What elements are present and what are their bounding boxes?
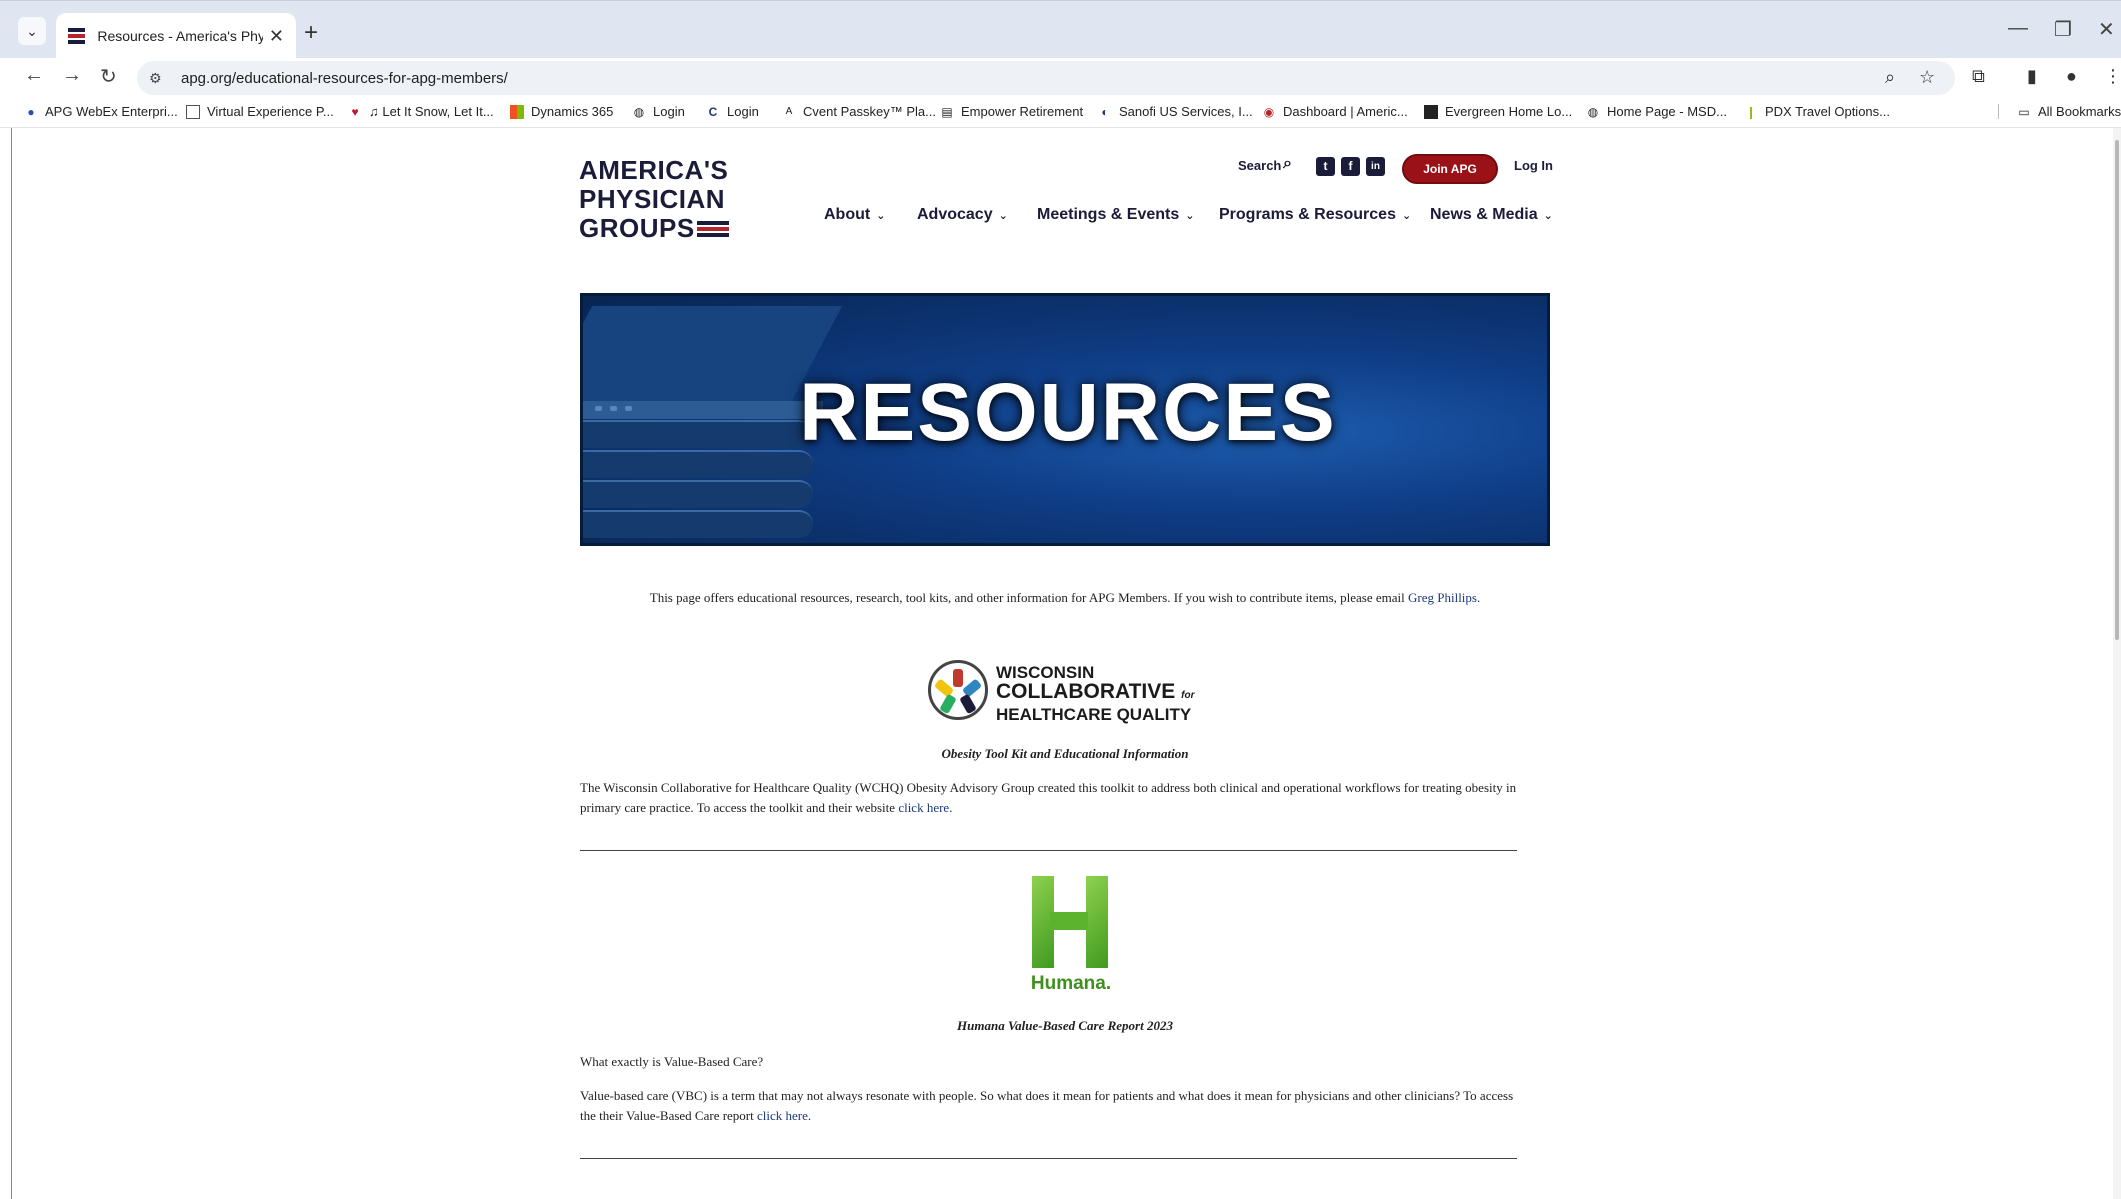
hero-title: RESOURCES bbox=[799, 367, 1337, 458]
log-in-link[interactable]: Log In bbox=[1514, 158, 1553, 173]
bookmark-item[interactable]: ◉ Dashboard | Americ... bbox=[1262, 104, 1408, 119]
chevron-down-icon: ⌄ bbox=[1543, 210, 1553, 222]
chevron-down-icon: ⌄ bbox=[1401, 210, 1412, 222]
new-tab-button[interactable]: + bbox=[304, 19, 318, 47]
minimize-icon[interactable]: — bbox=[2008, 17, 2028, 40]
reload-icon[interactable]: ↻ bbox=[100, 64, 117, 89]
wchq-click-here-link[interactable]: click here bbox=[898, 800, 949, 815]
sanofi-icon: ◐ bbox=[1101, 104, 1109, 119]
folder-icon: ▭ bbox=[2018, 104, 2030, 119]
webex-icon: ● bbox=[27, 104, 35, 119]
section-divider bbox=[580, 1158, 1517, 1159]
bookmark-item[interactable]: ❙ PDX Travel Options... bbox=[1744, 104, 1890, 119]
chevron-down-icon: ⌄ bbox=[876, 210, 886, 222]
bookmarks-bar: ● APG WebEx Enterpri... Virtual Experienc… bbox=[0, 98, 2121, 128]
nav-meetings-events[interactable]: Meetings & Events ⌄ bbox=[1037, 206, 1194, 224]
site-info-icon[interactable]: ⚙ bbox=[149, 70, 171, 87]
humana-description: Value-based care (VBC) is a term that ma… bbox=[580, 1088, 1514, 1123]
close-window-icon[interactable]: ✕ bbox=[2098, 17, 2115, 42]
humana-logo[interactable]: Humana. bbox=[1028, 876, 1114, 996]
wchq-people-icon bbox=[928, 660, 988, 720]
bookmark-item[interactable]: Dynamics 365 bbox=[510, 104, 613, 119]
nav-programs-resources[interactable]: Programs & Resources ⌄ bbox=[1219, 206, 1411, 224]
apg-logo[interactable]: AMERICA'S PHYSICIAN GROUPS bbox=[579, 156, 729, 243]
all-bookmarks-button[interactable]: ▭ All Bookmarks bbox=[1998, 104, 2121, 119]
evergreen-icon bbox=[1424, 104, 1438, 119]
wchq-logo[interactable]: WISCONSIN COLLABORATIVE for HEALTHCARE Q… bbox=[928, 660, 1208, 724]
profile-icon[interactable]: ● bbox=[2066, 66, 2077, 87]
empower-icon: ▤ bbox=[941, 104, 953, 119]
humana-question: What exactly is Value-Based Care? bbox=[580, 1054, 764, 1069]
chevron-down-icon: ⌄ bbox=[1185, 210, 1195, 222]
nav-about[interactable]: About ⌄ bbox=[824, 206, 885, 224]
active-tab[interactable]: Resources - America's Physician ✕ bbox=[56, 13, 296, 59]
tab-search-button[interactable]: ⌄ bbox=[18, 17, 46, 45]
browser-menu-icon[interactable]: ⋮ bbox=[2104, 66, 2121, 87]
wchq-description: The Wisconsin Collaborative for Healthca… bbox=[580, 780, 1517, 815]
bookmark-item[interactable]: ▤ Empower Retirement bbox=[940, 104, 1083, 119]
linkedin-icon[interactable]: in bbox=[1366, 157, 1385, 176]
humana-h-icon bbox=[1030, 876, 1108, 968]
apg-favicon-icon bbox=[68, 28, 86, 44]
pdx-icon: ❙ bbox=[1745, 104, 1757, 119]
bookmark-star-icon[interactable]: ☆ bbox=[1919, 67, 1935, 88]
bookmark-item[interactable]: ♥ ♫ Let It Snow, Let It... bbox=[348, 104, 493, 119]
search-icon[interactable]: ⌕ bbox=[1283, 155, 1292, 173]
forward-arrow-icon[interactable]: → bbox=[62, 64, 82, 87]
microsoft-icon bbox=[510, 104, 524, 119]
zoom-icon[interactable]: ⌕ bbox=[1885, 67, 1895, 88]
page-icon bbox=[186, 104, 200, 119]
nav-news-media[interactable]: News & Media ⌄ bbox=[1430, 206, 1553, 224]
browser-chrome: ⌄ Resources - America's Physician ✕ + — … bbox=[0, 0, 2121, 128]
side-panel-icon[interactable]: ▮ bbox=[2027, 66, 2037, 87]
globe-icon: ◍ bbox=[1587, 104, 1599, 119]
window-edge bbox=[11, 128, 12, 1199]
bookmark-item[interactable]: A Cvent Passkey™ Pla... bbox=[782, 104, 936, 119]
search-link[interactable]: Search bbox=[1238, 158, 1281, 173]
bookmark-item[interactable]: Evergreen Home Lo... bbox=[1424, 104, 1572, 119]
greg-phillips-email-link[interactable]: Greg Phillips bbox=[1408, 590, 1477, 605]
dashboard-icon: ◉ bbox=[1263, 104, 1275, 119]
bookmark-item[interactable]: Virtual Experience P... bbox=[186, 104, 334, 119]
facebook-icon[interactable]: f bbox=[1341, 157, 1360, 176]
restore-icon[interactable]: ❐ bbox=[2054, 17, 2072, 42]
bookmark-item[interactable]: ● APG WebEx Enterpri... bbox=[24, 104, 177, 119]
join-apg-button[interactable]: Join APG bbox=[1402, 154, 1498, 184]
resources-hero-banner: RESOURCES bbox=[580, 293, 1550, 546]
section-divider bbox=[580, 850, 1517, 851]
bookmark-item[interactable]: ◐ Sanofi US Services, I... bbox=[1098, 104, 1252, 119]
chevron-down-icon: ⌄ bbox=[998, 210, 1008, 222]
humana-caption: Humana Value-Based Care Report 2023 bbox=[957, 1018, 1173, 1033]
address-bar[interactable]: ⚙ apg.org/educational-resources-for-apg-… bbox=[137, 61, 1955, 95]
c-logo-icon: C bbox=[708, 104, 718, 119]
cvent-icon: A bbox=[785, 105, 793, 117]
tab-title: Resources - America's Physician bbox=[97, 28, 263, 44]
iheart-icon: ♥ bbox=[351, 104, 359, 119]
humana-click-here-link[interactable]: click here bbox=[757, 1108, 808, 1123]
back-arrow-icon[interactable]: ← bbox=[24, 64, 44, 87]
bookmark-item[interactable]: ◍ Login bbox=[632, 104, 685, 119]
chevron-down-icon: ⌄ bbox=[26, 22, 38, 39]
extensions-icon[interactable]: ⧉ bbox=[1972, 66, 1985, 87]
globe-icon: ◍ bbox=[633, 104, 645, 119]
scrollbar-thumb[interactable] bbox=[2115, 140, 2119, 640]
url-text[interactable]: apg.org/educational-resources-for-apg-me… bbox=[181, 70, 508, 87]
bookmark-item[interactable]: ◍ Home Page - MSD... bbox=[1586, 104, 1727, 119]
bookmark-item[interactable]: C Login bbox=[706, 104, 759, 119]
flag-stripes-icon bbox=[696, 221, 729, 239]
tab-close-icon[interactable]: ✕ bbox=[269, 26, 284, 47]
tab-strip: ⌄ Resources - America's Physician ✕ + — … bbox=[0, 0, 2121, 59]
humana-wordmark: Humana. bbox=[1030, 973, 1112, 994]
twitter-icon[interactable]: t bbox=[1316, 157, 1335, 176]
intro-text: This page offers educational resources, … bbox=[649, 590, 1481, 605]
browser-toolbar: ← → ↻ ⚙ apg.org/educational-resources-fo… bbox=[0, 58, 2121, 98]
wchq-caption: Obesity Tool Kit and Educational Informa… bbox=[941, 746, 1189, 761]
nav-advocacy[interactable]: Advocacy ⌄ bbox=[917, 206, 1008, 224]
